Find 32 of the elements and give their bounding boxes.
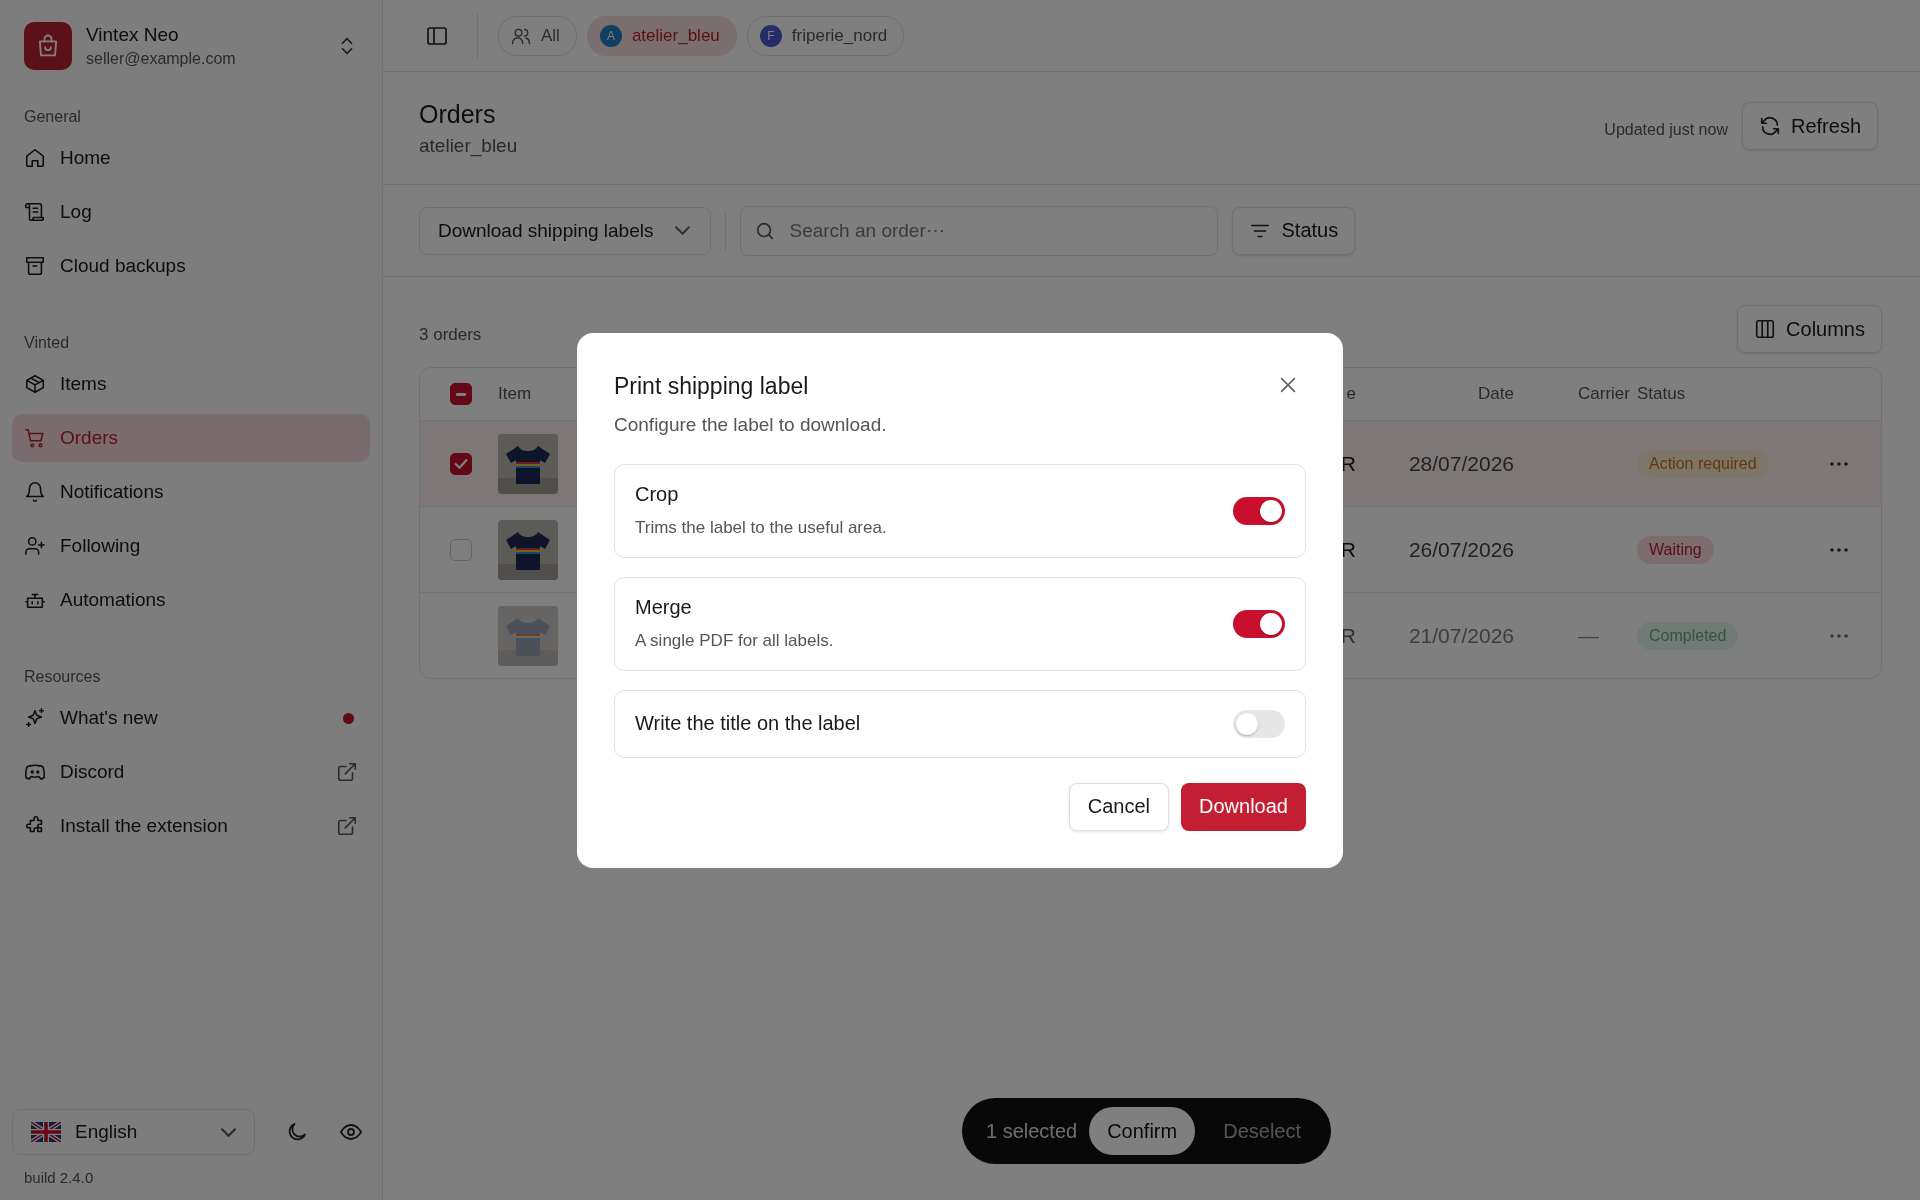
- account-email: seller@example.com: [86, 50, 237, 68]
- status-badge: Completed: [1637, 621, 1739, 650]
- account-name: Vintex Neo: [86, 24, 180, 46]
- option-label: Crop: [635, 483, 680, 506]
- date-cell: 28/07/2026: [1408, 451, 1514, 476]
- page-title: Orders: [419, 99, 497, 129]
- option-label: Merge: [635, 596, 693, 619]
- date-cell: 26/07/2026: [1408, 537, 1514, 562]
- avatar: A: [599, 24, 622, 47]
- build-version: build 2.4.0: [23, 1169, 95, 1186]
- page-subtitle: atelier_bleu: [419, 134, 519, 157]
- updated-text: Updated just now: [1604, 121, 1728, 139]
- date-cell: 21/07/2026: [1408, 623, 1514, 648]
- avatar: F: [759, 24, 782, 47]
- status-badge: Waiting: [1637, 535, 1714, 564]
- section-title: Resources: [23, 668, 102, 686]
- option-label: Write the title on the label: [635, 712, 862, 735]
- order-count: 3 orders: [419, 324, 482, 345]
- section-title: Vinted: [23, 334, 71, 352]
- column-header: Carrier: [1578, 384, 1630, 404]
- section-title: General: [23, 108, 82, 126]
- column-header: e: [1346, 384, 1356, 404]
- selection-count: 1 selected: [986, 1119, 1078, 1143]
- column-header: Date: [1478, 384, 1514, 404]
- carrier-cell: —: [1578, 623, 1599, 648]
- column-header: Item: [498, 384, 532, 404]
- option-description: Trims the label to the useful area.: [635, 518, 888, 538]
- column-header: Status: [1637, 384, 1686, 404]
- dialog-title: Print shipping label: [614, 372, 809, 400]
- dialog-description: Configure the label to download.: [614, 413, 888, 436]
- status-badge: Action required: [1637, 449, 1769, 478]
- option-description: A single PDF for all labels.: [635, 631, 835, 651]
